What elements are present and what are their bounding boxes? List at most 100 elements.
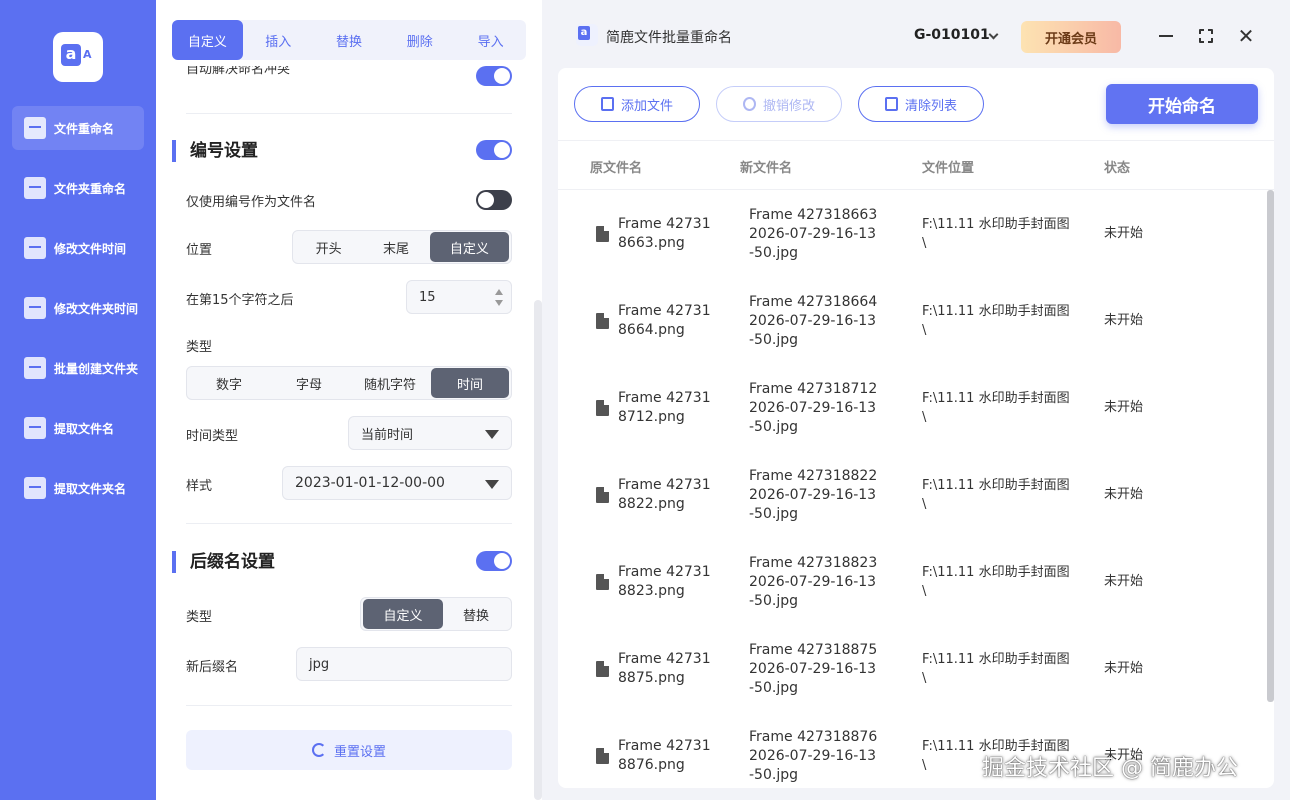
status-text: 未开始 (1104, 226, 1144, 241)
tab-insert[interactable]: 插入 (243, 20, 314, 60)
tab-custom[interactable]: 自定义 (172, 20, 243, 60)
suffix-type-label: 类型 (186, 610, 213, 625)
table-row[interactable]: Frame 427318663.png Frame 4273186632026-… (558, 190, 1266, 277)
new-name: Frame 4273188232026-07-29-16-13-50.jpg (749, 555, 878, 609)
time-type-label: 时间类型 (186, 429, 239, 444)
divider (186, 705, 512, 706)
folder-clock-icon (24, 297, 46, 319)
logo-main: a (61, 44, 81, 66)
conflict-toggle[interactable] (476, 66, 512, 86)
col-original-name: 原文件名 (590, 161, 643, 176)
only-number-toggle[interactable] (476, 190, 512, 210)
close-icon[interactable]: ✕ (1237, 26, 1255, 46)
folder-plus-icon (24, 357, 46, 379)
new-suffix-label: 新后缀名 (186, 660, 239, 675)
sidebar-item-create-folders[interactable]: 批量创建文件夹 (12, 346, 144, 390)
reset-button[interactable]: 重置设置 (186, 730, 512, 770)
after-char-stepper[interactable]: 15 (406, 280, 512, 314)
panel-scrollbar[interactable] (534, 300, 542, 800)
sidebar-item-label: 提取文件夹名 (54, 481, 127, 496)
start-rename-button[interactable]: 开始命名 (1106, 84, 1258, 124)
table-scrollbar[interactable] (1267, 190, 1274, 702)
conflict-label: 自动解决命名冲突 (186, 66, 291, 77)
status-text: 未开始 (1104, 313, 1144, 328)
type-time[interactable]: 时间 (431, 368, 509, 398)
status-text: 未开始 (1104, 661, 1144, 676)
sidebar-item-folder-rename[interactable]: 文件夹重命名 (12, 166, 144, 210)
clear-list-button[interactable]: 清除列表 (858, 86, 984, 122)
after-char-value: 15 (419, 289, 436, 305)
add-file-button[interactable]: 添加文件 (574, 86, 700, 122)
refresh-icon (311, 743, 326, 757)
file-icon (596, 748, 609, 764)
only-number-label: 仅使用编号作为文件名 (186, 195, 317, 210)
tab-import[interactable]: 导入 (455, 20, 526, 60)
folder-icon (24, 177, 46, 199)
app-icon (576, 24, 598, 46)
sidebar-item-extract-foldername[interactable]: 提取文件夹名 (12, 466, 144, 510)
app-logo: a A (53, 32, 103, 82)
suffix-type-replace[interactable]: 替换 (443, 599, 509, 629)
undo-label: 撤销修改 (762, 98, 815, 114)
maximize-icon[interactable] (1198, 28, 1214, 44)
original-name: Frame 427318663.png (618, 216, 711, 251)
type-random[interactable]: 随机字符 (349, 368, 431, 398)
vip-button[interactable]: 开通会员 (1021, 21, 1121, 53)
position-custom[interactable]: 自定义 (429, 232, 510, 262)
table-row[interactable]: Frame 427318664.png Frame 4273186642026-… (558, 277, 1266, 364)
status-text: 未开始 (1104, 400, 1144, 415)
file-icon (596, 487, 609, 503)
table-row[interactable]: Frame 427318823.png Frame 4273188232026-… (558, 538, 1266, 625)
file-icon (596, 313, 609, 329)
position-end[interactable]: 末尾 (362, 232, 429, 262)
original-name: Frame 427318822.png (618, 477, 711, 512)
file-upload-icon (24, 417, 46, 439)
sidebar-item-file-time[interactable]: 修改文件时间 (12, 226, 144, 270)
new-name: Frame 4273186642026-07-29-16-13-50.jpg (749, 294, 878, 348)
numbering-toggle[interactable] (476, 140, 512, 160)
col-new-name: 新文件名 (740, 161, 793, 176)
trash-icon (884, 97, 898, 111)
file-location: F:\11.11 水印助手封面图\ (922, 391, 1070, 425)
file-icon (596, 400, 609, 416)
sidebar-item-label: 修改文件夹时间 (54, 301, 139, 316)
spin-down-icon[interactable] (495, 300, 503, 306)
suffix-toggle[interactable] (476, 551, 512, 571)
sidebar-item-extract-filename[interactable]: 提取文件名 (12, 406, 144, 450)
new-suffix-input[interactable]: jpg (296, 647, 512, 681)
sidebar-item-label: 文件重命名 (54, 121, 115, 136)
numbering-title: 编号设置 (172, 140, 258, 162)
type-letter[interactable]: 字母 (269, 368, 349, 398)
chevron-down-icon[interactable] (988, 29, 999, 40)
sidebar-item-file-rename[interactable]: 文件重命名 (12, 106, 144, 150)
undo-button[interactable]: 撤销修改 (716, 86, 842, 122)
caret-down-icon (485, 430, 499, 439)
table-row[interactable]: Frame 427318712.png Frame 4273187122026-… (558, 364, 1266, 451)
clear-list-label: 清除列表 (904, 98, 957, 114)
type-segment: 数字 字母 随机字符 时间 (186, 366, 512, 400)
table-row[interactable]: Frame 427318875.png Frame 4273188752026-… (558, 625, 1266, 712)
account-name[interactable]: G-010101 (914, 27, 990, 43)
sidebar-item-label: 批量创建文件夹 (54, 361, 139, 376)
file-location: F:\11.11 水印助手封面图\ (922, 652, 1070, 686)
sidebar-item-folder-time[interactable]: 修改文件夹时间 (12, 286, 144, 330)
suffix-type-custom[interactable]: 自定义 (363, 599, 443, 629)
divider (186, 113, 512, 114)
new-name: Frame 4273188222026-07-29-16-13-50.jpg (749, 468, 878, 522)
position-start[interactable]: 开头 (295, 232, 362, 262)
type-number[interactable]: 数字 (189, 368, 269, 398)
add-file-label: 添加文件 (620, 98, 673, 114)
divider (186, 523, 512, 524)
watermark: 掘金技术社区 @ 简鹿办公 (982, 756, 1238, 781)
time-type-select[interactable]: 当前时间 (348, 416, 512, 450)
file-clock-icon (24, 237, 46, 259)
new-suffix-value: jpg (309, 656, 330, 672)
minimize-icon[interactable] (1159, 35, 1173, 37)
table-row[interactable]: Frame 427318822.png Frame 4273188222026-… (558, 451, 1266, 538)
new-name: Frame 4273188752026-07-29-16-13-50.jpg (749, 642, 878, 696)
tab-delete[interactable]: 删除 (384, 20, 455, 60)
sidebar-item-label: 提取文件名 (54, 421, 115, 436)
tab-replace[interactable]: 替换 (314, 20, 385, 60)
style-select[interactable]: 2023-01-01-12-00-00 (282, 466, 512, 500)
spin-up-icon[interactable] (495, 289, 503, 295)
